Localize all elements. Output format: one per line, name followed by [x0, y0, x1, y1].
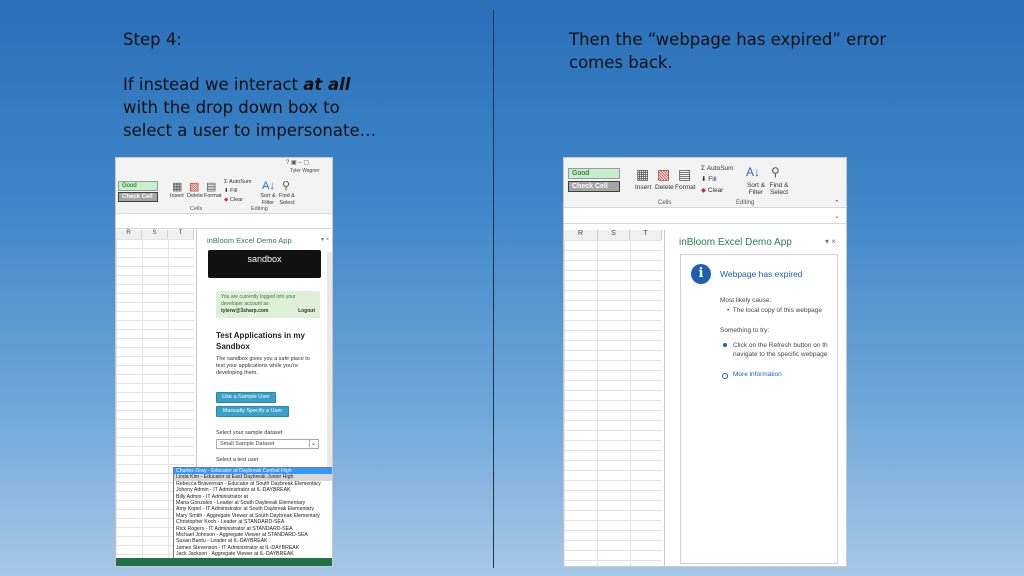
cause-item: • The local copy of this webpage [727, 307, 823, 314]
dropdown-option[interactable]: Jack Jackson - Aggregate Viewer at IL-DA… [174, 551, 332, 557]
dataset-label: Select your sample dataset [216, 430, 283, 436]
section-heading: Test Applications in my Sandbox [216, 331, 305, 351]
right-screenshot: Good Check Cell ▦ Insert ▧ Delete ▤ Form… [563, 157, 847, 567]
cells-group-label: Cells [190, 206, 203, 212]
pane-menu-icon[interactable]: ▾ × [825, 237, 836, 246]
format-icon[interactable]: ▤ [678, 166, 691, 183]
column-header[interactable]: T [630, 230, 662, 240]
use-sample-user-button[interactable]: Use a Sample User [216, 392, 276, 403]
pane-menu-icon[interactable]: ▾ × [321, 236, 329, 243]
cells-group-label: Cells [658, 200, 672, 206]
format-icon[interactable]: ▤ [206, 180, 216, 193]
clear-button[interactable]: ◆ Clear [224, 197, 243, 204]
style-check-cell[interactable]: Check Cell [568, 181, 620, 192]
style-good[interactable]: Good [118, 181, 158, 191]
column-header[interactable]: R [116, 230, 142, 239]
result-description: Then the “webpage has expired” error com… [569, 30, 887, 72]
column-header[interactable]: T [168, 230, 194, 239]
find-select-label[interactable]: Find & Select [278, 193, 296, 207]
expand-icon[interactable] [722, 373, 728, 379]
pane-title: inBloom Excel Demo App [679, 237, 792, 248]
spreadsheet-grid[interactable] [564, 240, 662, 566]
dropdown-option[interactable]: Amy Kopel - IT Administrator at South Da… [174, 506, 332, 512]
step-description-emphasis: at all [303, 75, 351, 94]
insert-icon[interactable]: ▦ [636, 166, 649, 183]
step-description-post: with the drop down box to select a user … [123, 98, 377, 140]
insert-icon[interactable]: ▦ [172, 180, 182, 193]
style-check-cell[interactable]: Check Cell [118, 192, 158, 202]
excel-ribbon: ? ▣ – ▢ Tyler Wagner Good Check Cell ▦ I… [116, 158, 332, 214]
excel-ribbon: Good Check Cell ▦ Insert ▧ Delete ▤ Form… [564, 158, 846, 208]
section-description: The sandbox gives you a safe place to te… [216, 356, 310, 376]
format-label[interactable]: Format [204, 193, 221, 200]
sort-filter-icon[interactable]: A↓ [746, 165, 760, 179]
help-icon[interactable]: ? ▣ – ▢ [286, 159, 309, 166]
autosum-button[interactable]: Σ AutoSum [224, 179, 252, 186]
delete-label[interactable]: Delete [655, 184, 674, 191]
login-email: tylerw@3sharp.com [221, 308, 269, 314]
step-title: Step 4: [123, 30, 182, 49]
binoculars-icon[interactable]: ⚲ [282, 179, 290, 192]
format-label[interactable]: Format [675, 184, 696, 191]
delete-icon[interactable]: ▧ [657, 166, 670, 183]
dataset-select[interactable]: Small Sample Dataset ⌄ [216, 439, 319, 449]
info-icon: i [691, 264, 711, 284]
binoculars-icon[interactable]: ⚲ [771, 165, 780, 179]
logout-link[interactable]: Logout [298, 308, 315, 315]
error-panel: i Webpage has expired Most likely cause:… [680, 254, 838, 564]
delete-label[interactable]: Delete [187, 193, 203, 200]
autosum-button[interactable]: Σ AutoSum [701, 165, 734, 172]
test-user-dropdown[interactable]: Charles Gray - Educator at Daybreak Cent… [173, 467, 332, 559]
editing-group-label: Editing [736, 200, 755, 206]
status-bar [116, 558, 332, 566]
manually-specify-user-button[interactable]: Manually Specify a User [216, 406, 289, 417]
chevron-down-icon: ⌄ [308, 440, 316, 447]
error-title: Webpage has expired [720, 269, 803, 279]
try-label: Something to try: [720, 327, 770, 334]
user-name[interactable]: Tyler Wagner [290, 168, 320, 174]
column-header[interactable]: S [142, 230, 168, 239]
clear-button[interactable]: ◆ Clear [701, 187, 723, 194]
delete-icon[interactable]: ▧ [189, 180, 199, 193]
cause-label: Most likely cause: [720, 297, 772, 304]
insert-label[interactable]: Insert [635, 184, 651, 191]
slide-divider [493, 10, 494, 568]
column-headers: R S T [116, 230, 194, 239]
task-pane: inBloom Excel Demo App ▾ × i Webpage has… [664, 230, 846, 566]
formula-bar[interactable]: ⌄ [564, 211, 846, 224]
chevron-down-icon[interactable]: ⌄ [834, 212, 840, 220]
bullet-icon [723, 343, 727, 347]
left-screenshot: ? ▣ – ▢ Tyler Wagner Good Check Cell ▦ I… [115, 157, 333, 567]
editing-group-label: Editing [251, 206, 268, 212]
try-item-line1: Click on the Refresh button on th [733, 342, 828, 349]
step-description-pre: If instead we interact [123, 75, 304, 94]
sort-filter-icon[interactable]: A↓ [262, 180, 275, 192]
insert-label[interactable]: Insert [170, 193, 184, 200]
step-description: If instead we interact at all with the d… [123, 73, 385, 142]
login-notice: You are currently logged into your devel… [216, 291, 320, 318]
sandbox-banner: sandbox [208, 250, 321, 278]
pane-title: inBloom Excel Demo App [207, 236, 292, 245]
sort-filter-label[interactable]: Sort & Filter [259, 193, 277, 207]
column-headers: R S T [564, 230, 662, 240]
style-good[interactable]: Good [568, 168, 620, 179]
formula-bar[interactable] [116, 215, 332, 229]
column-header[interactable]: S [598, 230, 630, 240]
find-select-label[interactable]: Find & Select [767, 182, 791, 196]
fill-button[interactable]: ⬇ Fill [224, 188, 237, 195]
column-header[interactable]: R [564, 230, 598, 240]
test-user-label: Select a test user [216, 457, 259, 463]
collapse-ribbon-icon[interactable]: ⌃ [834, 200, 840, 207]
try-item-line2: navigate to the specific webpage [733, 351, 828, 358]
sort-filter-label[interactable]: Sort & Filter [744, 182, 768, 196]
fill-button[interactable]: ⬇ Fill [701, 176, 717, 183]
more-information-link[interactable]: More information [733, 371, 782, 378]
